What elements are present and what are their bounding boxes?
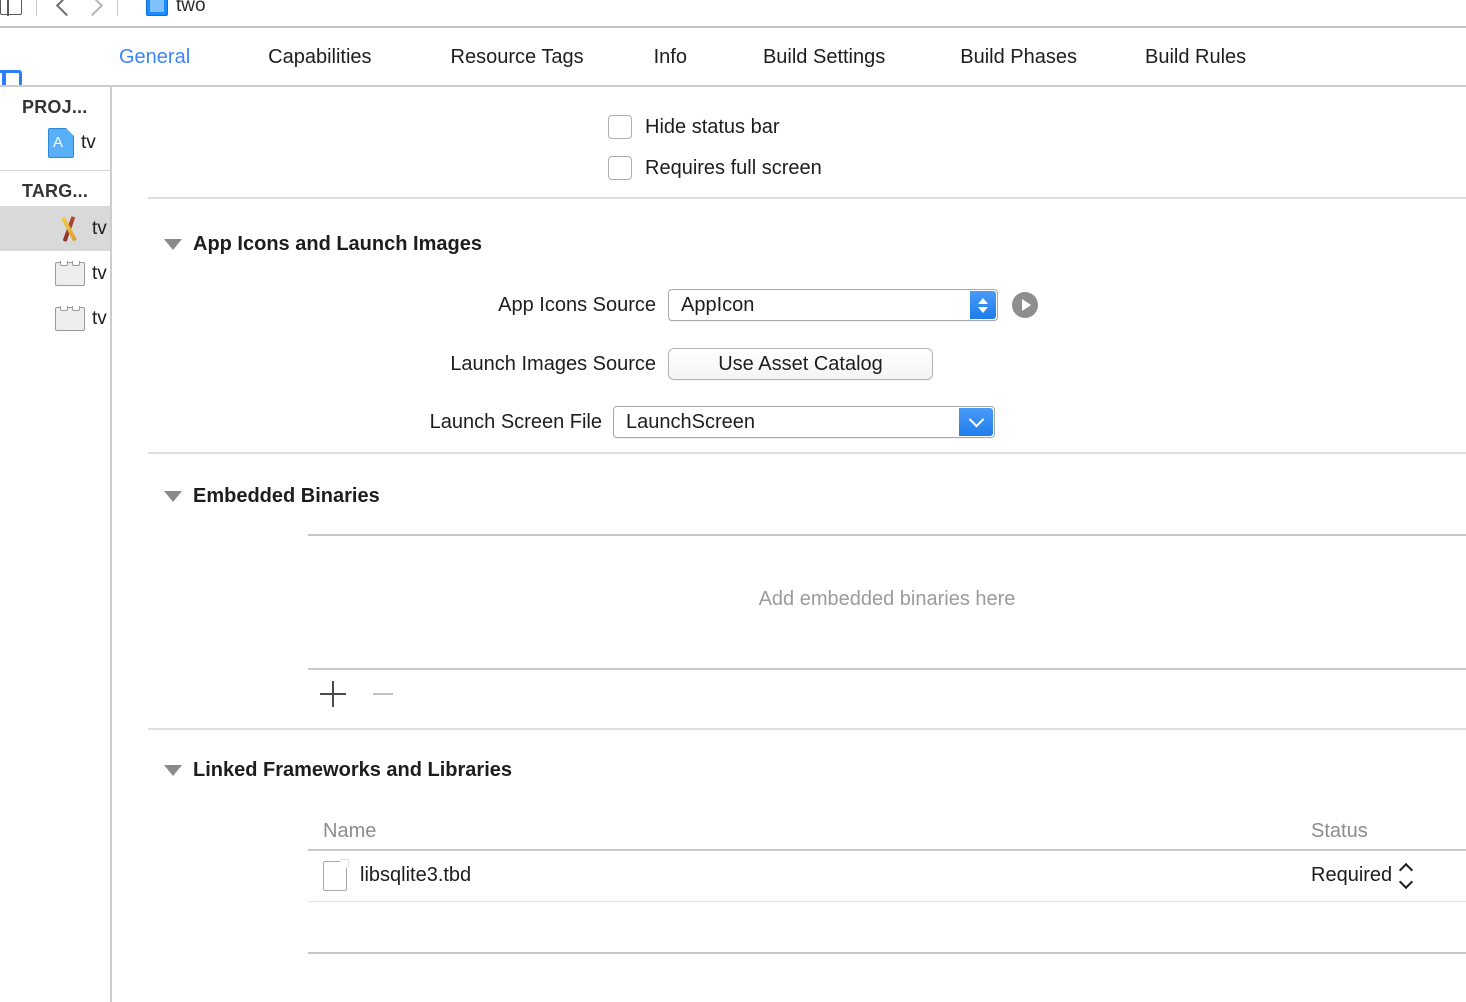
framework-name: libsqlite3.tbd (360, 864, 472, 886)
checkbox-hide-status-bar[interactable]: Hide status bar (608, 107, 822, 147)
sidebar-section-project: PROJ... (22, 97, 88, 117)
top-toolbar: two (0, 0, 1466, 26)
field-label: App Icons Source (498, 293, 656, 316)
table-row-empty-2[interactable] (308, 954, 1466, 1002)
toolbar-divider (36, 0, 37, 16)
section-title: Embedded Binaries (193, 485, 380, 507)
app-icons-source-value: AppIcon (681, 293, 755, 316)
tab-capabilities[interactable]: Capabilities (268, 46, 371, 69)
section-app-icons-header[interactable]: App Icons and Launch Images (164, 233, 482, 256)
tab-build-phases[interactable]: Build Phases (960, 46, 1077, 69)
tab-list: General Capabilities Resource Tags Info … (119, 46, 1246, 69)
table-header-row: Name Status (308, 813, 1466, 849)
field-label: Launch Screen File (429, 410, 602, 433)
tab-resource-tags[interactable]: Resource Tags (451, 46, 584, 69)
chevron-back-icon[interactable] (51, 0, 77, 18)
linked-frameworks-table: Name Status libsqlite3.tbd Required (308, 813, 1466, 1002)
disclosure-triangle-icon[interactable] (164, 239, 182, 250)
sidebar-item-label: tv (81, 132, 96, 153)
sidebar-item-target-uitests[interactable]: tv (0, 296, 110, 341)
column-header-name: Name (323, 819, 377, 842)
table-row-empty[interactable] (308, 902, 1466, 952)
project-file-icon: A (48, 127, 75, 158)
tab-build-rules[interactable]: Build Rules (1145, 46, 1246, 69)
sidebar-section-targets: TARG... (22, 181, 89, 201)
checkbox-box[interactable] (608, 156, 632, 180)
embedded-binaries-toolbar (320, 681, 396, 707)
test-bundle-icon (55, 261, 85, 286)
stepper-up-down-icon[interactable] (1399, 862, 1414, 889)
deployment-checkbox-group: Hide status bar Requires full screen (608, 107, 822, 188)
sidebar-item-label: tv (92, 307, 107, 329)
editor-tab-bar: General Capabilities Resource Tags Info … (0, 28, 1466, 96)
launch-screen-file-combo[interactable]: LaunchScreen (613, 406, 995, 438)
table-row[interactable]: libsqlite3.tbd Required (308, 851, 1466, 901)
chevron-forward-icon[interactable] (77, 0, 103, 18)
checkbox-requires-full-screen[interactable]: Requires full screen (608, 148, 822, 188)
field-app-icons-source: App Icons Source AppIcon (112, 289, 1466, 321)
stepper-up-down-icon[interactable] (970, 291, 996, 319)
field-label: Launch Images Source (450, 352, 656, 375)
document-icon (323, 860, 348, 891)
general-settings-pane: Hide status bar Requires full screen App… (112, 87, 1466, 1002)
section-divider-3 (148, 728, 1466, 730)
status-value: Required (1311, 864, 1393, 886)
plus-icon[interactable] (320, 681, 346, 707)
sidebar-item-project-tv[interactable]: A tv (0, 122, 110, 164)
tab-info[interactable]: Info (654, 46, 687, 69)
checkbox-box[interactable] (608, 115, 632, 139)
section-divider-2 (148, 452, 1466, 454)
embedded-binaries-bottom-rule (308, 668, 1466, 670)
project-file-icon (146, 0, 168, 16)
section-embedded-binaries-header[interactable]: Embedded Binaries (164, 485, 380, 508)
app-icons-source-combo[interactable]: AppIcon (668, 289, 998, 321)
sidebar-item-target-tests[interactable]: tv (0, 251, 110, 296)
breadcrumb[interactable]: two (176, 0, 206, 17)
section-divider-1 (148, 197, 1466, 199)
project-sidebar: PROJ... A tv TARG... tv tv tv (0, 87, 110, 1002)
editor-layout-icon[interactable] (0, 0, 22, 16)
embedded-binaries-top-rule (308, 534, 1466, 536)
checkbox-label: Requires full screen (645, 156, 822, 179)
chevron-down-icon[interactable] (959, 408, 993, 436)
sidebar-item-label: tv (92, 217, 107, 239)
arrow-right-circle-icon[interactable] (1012, 292, 1038, 318)
test-bundle-icon (55, 306, 85, 331)
disclosure-triangle-icon[interactable] (164, 765, 182, 776)
sidebar-item-target-app[interactable]: tv (0, 206, 110, 251)
field-launch-screen-file: Launch Screen File LaunchScreen (112, 406, 1466, 438)
section-title: App Icons and Launch Images (193, 233, 482, 255)
section-linked-frameworks-header[interactable]: Linked Frameworks and Libraries (164, 759, 512, 782)
disclosure-triangle-icon[interactable] (164, 491, 182, 502)
app-target-icon (55, 214, 85, 244)
sidebar-item-label: tv (92, 262, 107, 284)
embedded-binaries-empty-message: Add embedded binaries here (758, 588, 1016, 610)
checkbox-label: Hide status bar (645, 115, 780, 138)
tab-general[interactable]: General (119, 46, 190, 69)
tab-build-settings[interactable]: Build Settings (763, 46, 885, 69)
launch-screen-file-value: LaunchScreen (626, 410, 755, 433)
toolbar-divider-2 (117, 0, 118, 16)
column-header-status: Status (1311, 819, 1368, 842)
status-cell[interactable]: Required (1311, 862, 1466, 889)
use-asset-catalog-button[interactable]: Use Asset Catalog (668, 348, 933, 380)
field-launch-images-source: Launch Images Source Use Asset Catalog (112, 348, 1466, 380)
section-title: Linked Frameworks and Libraries (193, 759, 512, 781)
minus-icon (370, 681, 396, 707)
